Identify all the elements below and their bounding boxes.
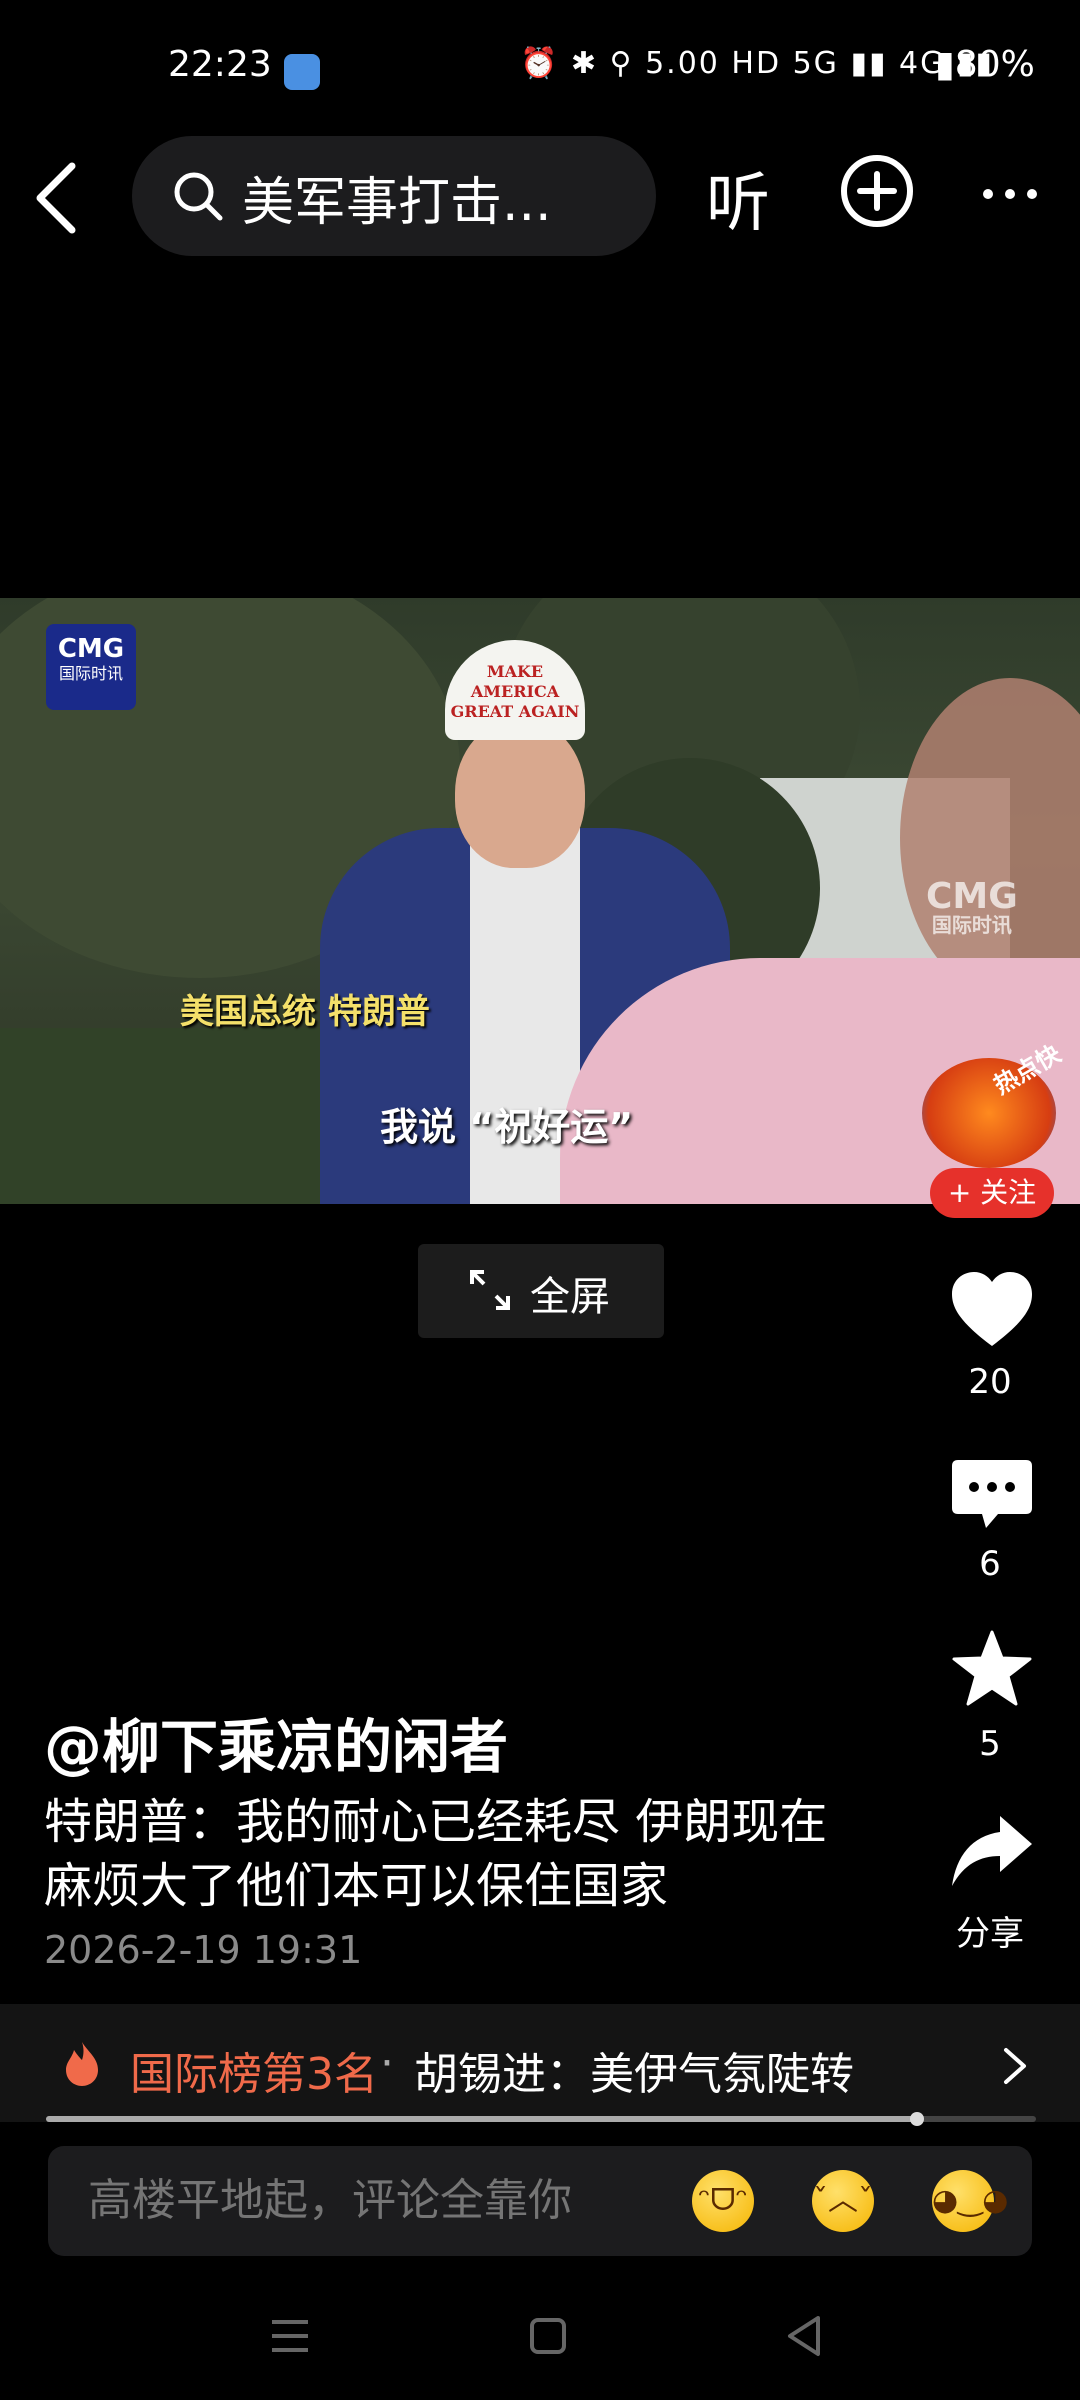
cmg-watermark-text: CMG: [926, 876, 1018, 917]
nav-back-button[interactable]: [780, 2312, 828, 2360]
share-label: 分享: [956, 1914, 1024, 1954]
square-icon: [530, 2318, 566, 2354]
laughing-emoji-icon[interactable]: ᵔᗜᵔ: [692, 2170, 754, 2232]
menu-icon: [272, 2320, 308, 2352]
annoyed-emoji-icon[interactable]: ˇ︿ˇ: [812, 2170, 874, 2232]
like-count: 20: [968, 1362, 1012, 1402]
post-timestamp: 2026-2-19 19:31: [44, 1928, 363, 1972]
ellipsis-icon: [983, 189, 1037, 199]
follow-button[interactable]: + 关注: [930, 1168, 1054, 1218]
cmg-watermark: CMG 国际时讯: [926, 879, 1018, 937]
smiling-emoji-icon[interactable]: ◕‿◕: [932, 2170, 1008, 2232]
heart-icon: [952, 1272, 1032, 1346]
comment-bubble-icon: [952, 1460, 1032, 1528]
post-description: 特朗普：我的耐心已经耗尽 伊朗现在麻烦大了他们本可以保住国家: [44, 1794, 828, 1914]
cmg-logo: CMG 国际时讯: [46, 624, 136, 710]
chevron-right-icon: [1000, 2046, 1030, 2086]
weather-icon: [284, 54, 320, 90]
triangle-back-icon: [788, 2316, 820, 2356]
fire-icon: [62, 2040, 102, 2088]
person-head: [455, 718, 585, 868]
comment-input[interactable]: [86, 2174, 650, 2227]
listen-button[interactable]: 听: [706, 152, 770, 244]
video-caption-quote: 我说 “祝好运”: [380, 1105, 634, 1149]
comment-button[interactable]: [950, 1456, 1034, 1536]
comment-count: 6: [979, 1544, 1001, 1584]
fullscreen-label: 全屏: [530, 1274, 610, 1320]
more-button[interactable]: [980, 186, 1040, 202]
favorite-button[interactable]: [950, 1630, 1034, 1710]
author-name[interactable]: @柳下乘凉的闲者: [44, 1700, 508, 1784]
expand-icon: [468, 1268, 512, 1312]
ranking-separator: ·: [380, 2038, 394, 2089]
nav-home-button[interactable]: [524, 2312, 572, 2360]
ranking-label: 国际榜第3名: [130, 2049, 378, 2100]
plus-circle-icon: [841, 155, 913, 227]
search-query[interactable]: 美军事打击...: [242, 160, 552, 235]
search-icon: [170, 168, 226, 224]
cmg-watermark-sub: 国际时讯: [931, 913, 1012, 937]
status-time: 22:23: [168, 44, 272, 85]
status-icons: ⏰ ✱ ⚲ 5.00 HD 5G ▮▮ 4G ▮▮: [520, 46, 994, 81]
nav-menu-button[interactable]: [266, 2312, 314, 2360]
ranking-topic: 胡锡进：美伊气氛陡转: [414, 2049, 854, 2100]
favorite-count: 5: [979, 1724, 1001, 1764]
video-progress-handle[interactable]: [910, 2112, 925, 2126]
video-progress-fill: [46, 2116, 918, 2122]
cmg-logo-sub: 国际时讯: [58, 664, 123, 683]
like-button[interactable]: [950, 1270, 1034, 1350]
share-button[interactable]: [950, 1812, 1034, 1892]
add-button[interactable]: [840, 154, 914, 228]
battery-indicator: ▮80%: [935, 44, 1035, 85]
back-button[interactable]: [30, 160, 86, 236]
video-caption-name: 美国总统 特朗普: [180, 992, 430, 1032]
star-icon: [952, 1630, 1032, 1706]
video-player[interactable]: MAKE AMERICA GREAT AGAIN CMG 国际时讯 CMG 国际…: [0, 598, 1080, 1204]
share-arrow-icon: [952, 1816, 1032, 1886]
cmg-logo-text: CMG: [57, 634, 125, 664]
chevron-left-icon: [36, 162, 76, 234]
